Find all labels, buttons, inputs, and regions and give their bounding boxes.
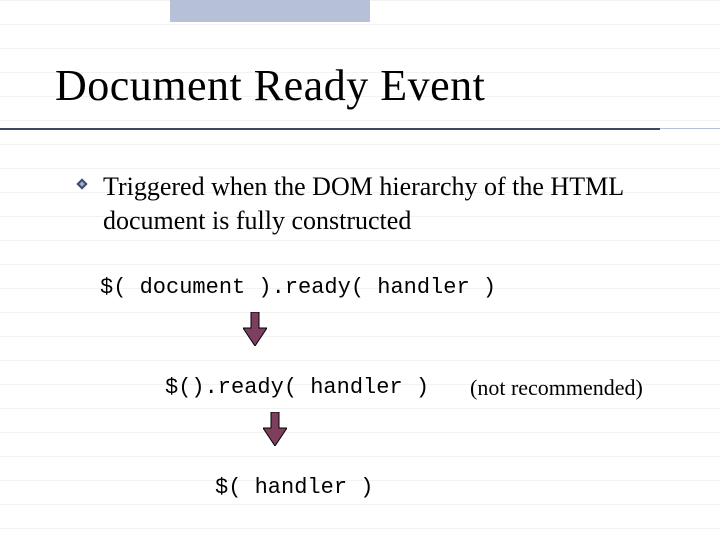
diamond-bullet-icon [75,177,89,191]
code-line-2: $().ready( handler ) [165,375,429,400]
bullet-text: Triggered when the DOM hierarchy of the … [103,170,680,238]
slide-title: Document Ready Event [55,60,485,111]
title-underline-light [660,128,720,129]
slide: Document Ready Event Triggered when the … [0,0,720,540]
down-arrow-icon [263,412,287,446]
down-arrow-icon [243,312,267,346]
bullet-item: Triggered when the DOM hierarchy of the … [75,170,680,238]
code-line-3: $( handler ) [215,475,373,500]
title-underline [0,128,660,130]
decor-strip [170,0,370,22]
code-line-1: $( document ).ready( handler ) [100,275,496,300]
note-text: (not recommended) [470,375,643,401]
